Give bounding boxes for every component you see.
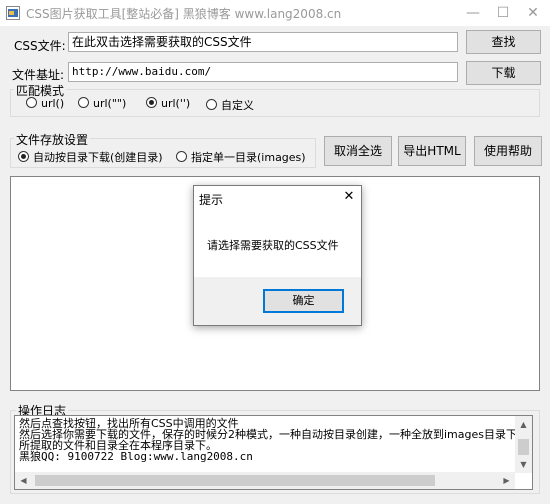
storage-option-auto-dirs[interactable]: 自动按目录下载(创建目录): [18, 149, 163, 165]
radio-button-icon: [78, 97, 89, 108]
base-url-input[interactable]: http://www.baidu.com/: [68, 62, 458, 82]
option-label: url(""): [93, 97, 127, 110]
option-label: url(): [41, 97, 65, 110]
dialog-close-button[interactable]: ✕: [338, 186, 360, 208]
find-button[interactable]: 查找: [466, 30, 541, 54]
scroll-left-arrow-icon[interactable]: ◀: [15, 472, 32, 489]
option-label: 指定单一目录(images): [191, 151, 306, 164]
scrollbar-thumb[interactable]: [518, 439, 529, 455]
radio-button-icon: [176, 151, 187, 162]
option-label: url(''): [161, 97, 191, 110]
match-mode-option-url-plain[interactable]: url(): [26, 97, 64, 110]
option-label: 自定义: [221, 99, 254, 112]
export-html-button[interactable]: 导出HTML: [398, 136, 466, 166]
log-line: 黑狼QQ: 9100722 Blog:www.lang2008.cn: [19, 450, 253, 463]
scrollbar-thumb[interactable]: [35, 475, 435, 486]
css-file-label: CSS文件:: [14, 39, 66, 53]
minimize-button[interactable]: —: [458, 0, 488, 26]
help-button[interactable]: 使用帮助: [474, 136, 542, 166]
log-vertical-scrollbar[interactable]: ▲ ▼: [515, 416, 532, 473]
deselect-all-button[interactable]: 取消全选: [324, 136, 392, 166]
dialog-ok-button[interactable]: 确定: [263, 289, 344, 313]
option-label: 自动按目录下载(创建目录): [33, 151, 163, 164]
scroll-up-arrow-icon[interactable]: ▲: [515, 416, 532, 433]
dialog-title: 提示: [199, 193, 224, 207]
scroll-right-arrow-icon[interactable]: ▶: [498, 472, 515, 489]
download-button[interactable]: 下载: [466, 61, 541, 85]
close-button[interactable]: ✕: [518, 0, 548, 26]
match-mode-option-custom[interactable]: 自定义: [206, 97, 254, 113]
radio-button-selected-icon: [18, 151, 29, 162]
log-horizontal-scrollbar[interactable]: ◀ ▶: [15, 472, 515, 489]
scroll-down-arrow-icon[interactable]: ▼: [515, 456, 532, 473]
radio-button-icon: [26, 97, 37, 108]
radio-button-icon: [206, 99, 217, 110]
base-url-label: 文件基址:: [12, 68, 65, 82]
match-mode-option-url-double-quote[interactable]: url(""): [78, 97, 126, 110]
match-mode-option-url-single-quote[interactable]: url(''): [146, 97, 190, 110]
dialog-message: 请选择需要获取的CSS文件: [207, 239, 339, 252]
radio-button-selected-icon: [146, 97, 157, 108]
css-file-input[interactable]: 在此双击选择需要获取的CSS文件: [68, 32, 458, 52]
maximize-button[interactable]: ☐: [488, 0, 518, 26]
app-icon: [6, 6, 20, 20]
storage-option-single-dir[interactable]: 指定单一目录(images): [176, 149, 306, 165]
storage-settings-title: 文件存放设置: [14, 131, 91, 148]
window-title: CSS图片获取工具[整站必备] 黑狼博客 www.lang2008.cn: [26, 7, 342, 21]
